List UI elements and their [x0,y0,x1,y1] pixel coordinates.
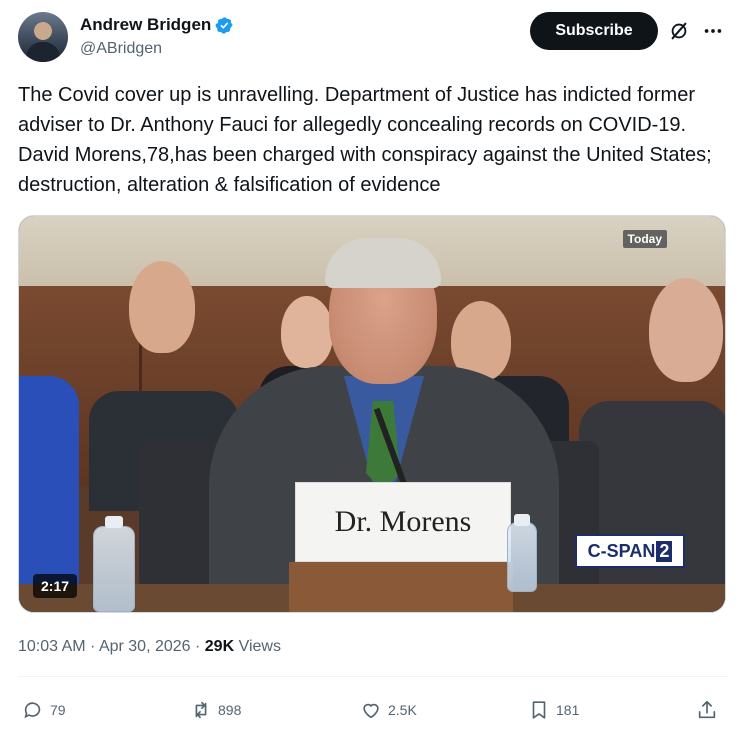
bookmark-icon [532,701,546,719]
timestamp[interactable]: 10:03 AM · Apr 30, 2026 · [18,638,205,655]
views-count[interactable]: 29K [205,638,234,655]
author-name-row[interactable]: Andrew Bridgen [80,14,234,36]
tweet-text: The Covid cover up is unravelling. Depar… [18,84,712,196]
today-badge: Today [622,230,667,248]
attendee-head [649,278,723,382]
bottle-cap [514,514,530,526]
water-bottle [507,522,537,592]
author-display-name[interactable]: Andrew Bridgen [80,14,211,36]
network-channel: 2 [656,540,673,562]
network-name: C-SPAN [587,540,656,561]
bookmark-count: 181 [556,702,580,718]
repost-count: 898 [218,702,242,718]
avatar[interactable] [18,12,68,62]
reply-icon [24,702,41,719]
water-bottle [93,526,135,612]
repost-icon [195,701,207,719]
author-info: Andrew Bridgen @ABridgen [80,14,234,60]
bottle-cap [105,516,123,528]
share-button[interactable] [696,694,718,726]
subscribe-button[interactable]: Subscribe [530,12,658,50]
attendee-body [579,401,725,612]
more-options-icon[interactable] [702,20,724,42]
divider [18,676,728,677]
author-handle[interactable]: @ABridgen [80,38,234,60]
like-button[interactable]: 2.5K [360,694,417,726]
bookmark-button[interactable]: 181 [528,694,579,726]
video-player[interactable]: Dr. Morens Today C-SPAN 2 2:17 [18,215,726,613]
nameplate-stand [289,562,513,612]
nameplate: Dr. Morens [295,482,511,562]
attendee-head [281,296,333,368]
grok-icon[interactable] [668,20,690,42]
views-label: Views [234,638,281,655]
reply-count: 79 [50,702,66,718]
share-icon [698,700,716,719]
speaker-hair [325,238,441,288]
cspan-logo: C-SPAN 2 [575,534,685,568]
tweet-header: Andrew Bridgen @ABridgen Subscribe [18,12,728,64]
action-bar: 79 898 2.5K 181 [18,694,728,726]
verified-badge-icon [215,16,233,34]
heart-icon [363,703,379,719]
repost-button[interactable]: 898 [190,694,241,726]
video-duration: 2:17 [33,574,78,598]
reply-button[interactable]: 79 [22,694,66,726]
tweet-meta: 10:03 AM · Apr 30, 2026 · 29K Views [18,636,281,658]
like-count: 2.5K [388,702,417,718]
attendee-head [129,261,195,353]
